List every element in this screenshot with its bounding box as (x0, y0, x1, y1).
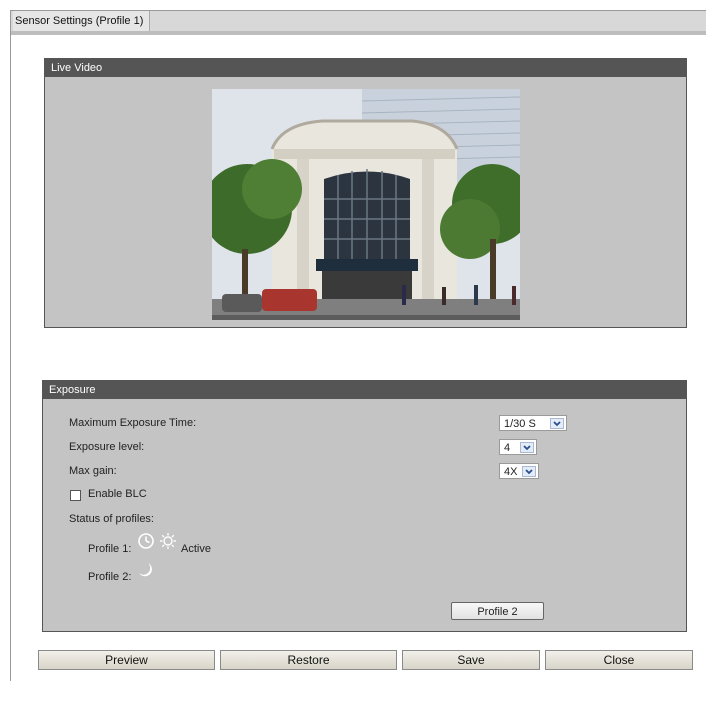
exposure-header: Exposure (43, 381, 686, 399)
max-exposure-time-select[interactable]: 1/30 S (499, 415, 567, 431)
exposure-level-value: 4 (504, 442, 511, 454)
restore-button[interactable]: Restore (220, 650, 397, 670)
bottom-button-bar: Preview Restore Save Close (38, 650, 693, 670)
preview-button[interactable]: Preview (38, 650, 215, 670)
window-title: Sensor Settings (Profile 1) (13, 11, 151, 31)
exposure-panel: Exposure Maximum Exposure Time: 1/30 S E… (42, 380, 687, 632)
live-video-image (212, 89, 520, 320)
sensor-settings-window: Sensor Settings (Profile 1) Live Video E… (10, 10, 706, 681)
profile1-label: Profile 1: (88, 543, 132, 555)
live-video-panel: Live Video (44, 58, 687, 328)
moon-icon (136, 561, 154, 582)
max-gain-value: 4X (504, 466, 518, 478)
profile2-button[interactable]: Profile 2 (451, 602, 544, 620)
max-gain-label: Max gain: (69, 465, 117, 477)
chevron-down-icon (520, 442, 534, 453)
exposure-level-label: Exposure level: (69, 441, 145, 453)
profile2-label: Profile 2: (88, 571, 132, 583)
live-video-header: Live Video (45, 59, 686, 77)
enable-blc-label: Enable BLC (88, 488, 147, 500)
chevron-down-icon (550, 418, 564, 429)
profile1-status: Active (181, 543, 211, 555)
enable-blc-checkbox[interactable] (70, 490, 81, 501)
max-exposure-time-label: Maximum Exposure Time: (69, 417, 197, 429)
chevron-down-icon (522, 466, 536, 477)
status-of-profiles-label: Status of profiles: (69, 513, 154, 525)
save-button[interactable]: Save (402, 650, 540, 670)
close-button[interactable]: Close (545, 650, 693, 670)
max-gain-select[interactable]: 4X (499, 463, 539, 479)
title-bar: Sensor Settings (Profile 1) (11, 11, 706, 35)
exposure-level-select[interactable]: 4 (499, 439, 537, 455)
clock-icon (137, 532, 155, 553)
max-exposure-time-value: 1/30 S (504, 418, 536, 430)
sun-icon (159, 532, 177, 553)
